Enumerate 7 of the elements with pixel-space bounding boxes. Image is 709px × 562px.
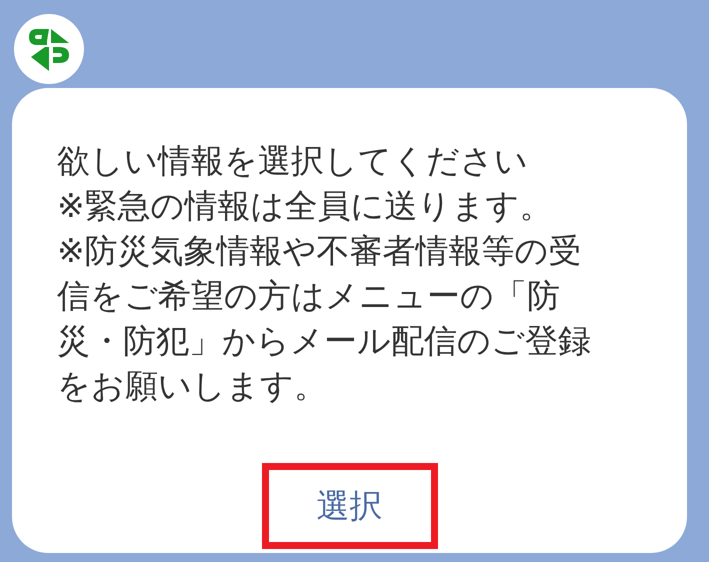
select-button[interactable]: 選択: [262, 463, 438, 549]
message-text: をお願いします。: [57, 365, 328, 407]
message-text: ※緊急の情報は全員に送ります。: [57, 185, 554, 227]
message-text: 欲しい情報を選択してください: [57, 140, 529, 182]
message-text: 災・防犯」からメール配信のご登録: [57, 320, 592, 362]
message-text: 信をご希望の方はメニューの「防: [57, 275, 561, 317]
message-text: ※防災気象情報や不審者情報等の受: [57, 230, 583, 272]
